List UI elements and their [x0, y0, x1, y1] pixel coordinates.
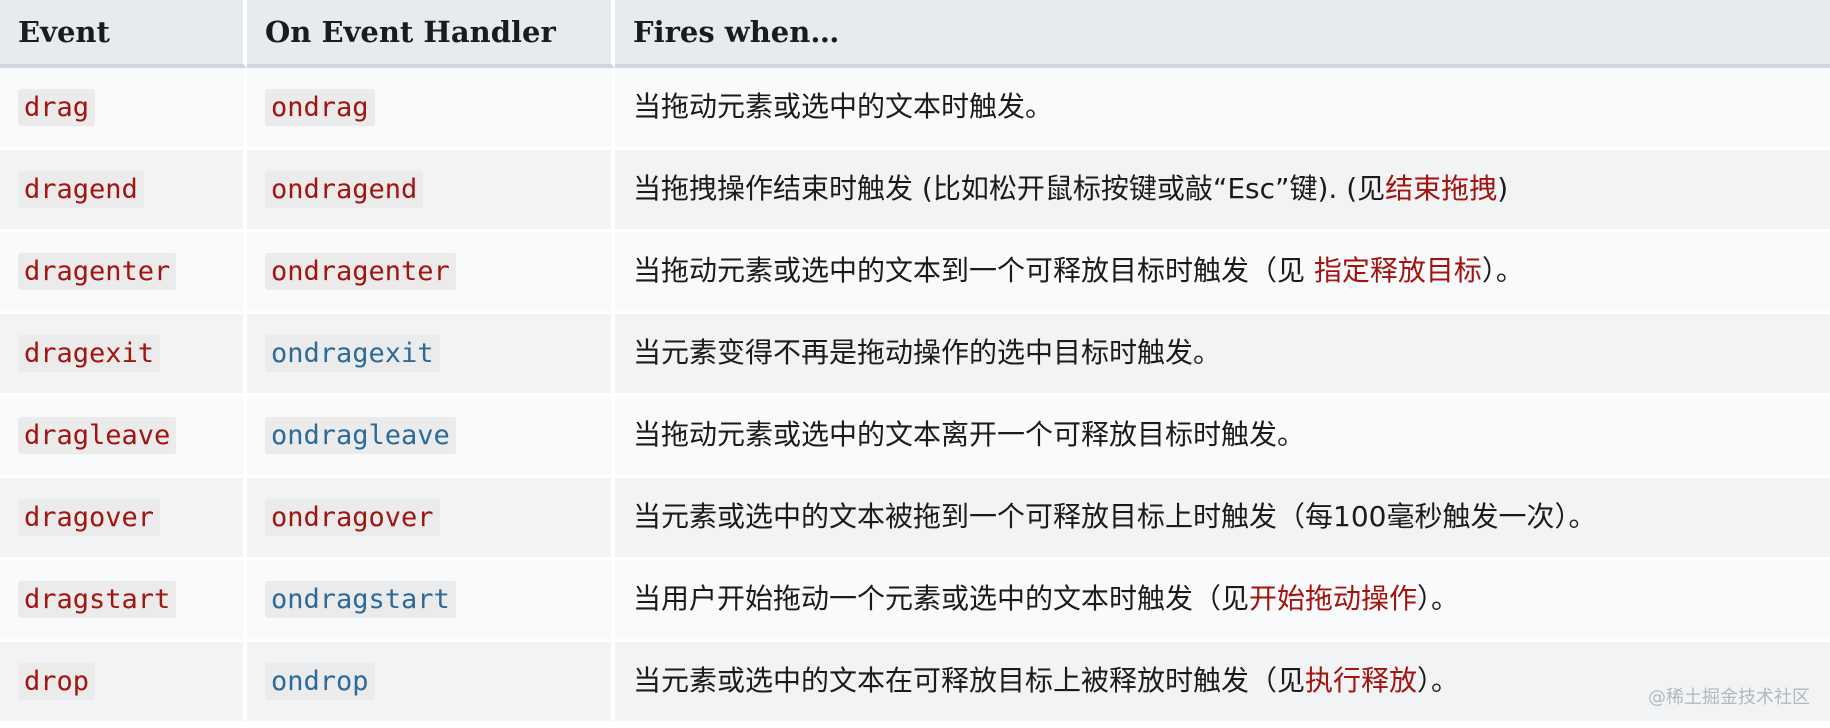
- event-cell: dragexit: [0, 314, 247, 396]
- event-cell: dragover: [0, 478, 247, 560]
- header-row: Event On Event Handler Fires when…: [0, 0, 1830, 68]
- header-fires-when: Fires when…: [615, 0, 1830, 68]
- desc-text-before: 当元素或选中的文本在可释放目标上被释放时触发（见: [633, 664, 1306, 698]
- event-name-link[interactable]: drop: [18, 662, 96, 701]
- handler-name-link[interactable]: ondragleave: [265, 416, 456, 455]
- description-cell: 当拖拽操作结束时触发 (比如松开鼠标按键或敲“Esc”键). (见结束拖拽): [615, 150, 1830, 232]
- table-row: drop ondrop 当元素或选中的文本在可释放目标上被释放时触发（见执行释放…: [0, 642, 1830, 724]
- header-handler: On Event Handler: [247, 0, 615, 68]
- description-cell: 当拖动元素或选中的文本到一个可释放目标时触发（见 指定释放目标）。: [615, 232, 1830, 314]
- description-cell: 当元素或选中的文本被拖到一个可释放目标上时触发（每100毫秒触发一次）。: [615, 478, 1830, 560]
- desc-text-before: 当元素或选中的文本被拖到一个可释放目标上时触发（每100毫秒触发一次）。: [633, 500, 1597, 534]
- handler-cell: ondragleave: [247, 396, 615, 478]
- desc-text-before: 当元素变得不再是拖动操作的选中目标时触发。: [633, 336, 1222, 370]
- site-watermark: @稀土掘金技术社区: [1648, 687, 1810, 708]
- table-row: dragleave ondragleave 当拖动元素或选中的文本离开一个可释放…: [0, 396, 1830, 478]
- event-cell: drag: [0, 68, 247, 150]
- table-row: dragexit ondragexit 当元素变得不再是拖动操作的选中目标时触发…: [0, 314, 1830, 396]
- handler-name-link[interactable]: ondragover: [265, 498, 440, 537]
- event-cell: drop: [0, 642, 247, 724]
- event-cell: dragend: [0, 150, 247, 232]
- table-row: dragenter ondragenter 当拖动元素或选中的文本到一个可释放目…: [0, 232, 1830, 314]
- handler-cell: ondragend: [247, 150, 615, 232]
- event-name-link[interactable]: dragenter: [18, 252, 177, 291]
- table-header: Event On Event Handler Fires when…: [0, 0, 1830, 68]
- handler-name-link[interactable]: ondragexit: [265, 334, 440, 373]
- handler-cell: ondragstart: [247, 560, 615, 642]
- event-name-link[interactable]: dragstart: [18, 580, 177, 619]
- desc-link[interactable]: 开始拖动操作: [1249, 582, 1417, 615]
- event-name-link[interactable]: dragend: [18, 170, 144, 209]
- desc-text-before: 当拖拽操作结束时触发 (比如松开鼠标按键或敲“Esc”键). (见: [633, 172, 1386, 206]
- desc-link[interactable]: 指定释放目标: [1314, 254, 1482, 287]
- events-table-container: Event On Event Handler Fires when… drag …: [0, 0, 1830, 724]
- event-cell: dragleave: [0, 396, 247, 478]
- desc-text-after: ）。: [1417, 664, 1460, 698]
- drag-events-table: Event On Event Handler Fires when… drag …: [0, 0, 1830, 724]
- table-body: drag ondrag 当拖动元素或选中的文本时触发。 dragend ondr…: [0, 68, 1830, 724]
- table-row: dragover ondragover 当元素或选中的文本被拖到一个可释放目标上…: [0, 478, 1830, 560]
- desc-text-after: ): [1497, 172, 1509, 206]
- handler-cell: ondragexit: [247, 314, 615, 396]
- table-row: dragstart ondragstart 当用户开始拖动一个元素或选中的文本时…: [0, 560, 1830, 642]
- desc-text-before: 当拖动元素或选中的文本时触发。: [633, 90, 1054, 124]
- handler-cell: ondragenter: [247, 232, 615, 314]
- event-name-link[interactable]: dragover: [18, 498, 161, 537]
- handler-name-link[interactable]: ondrag: [265, 88, 375, 127]
- handler-name-link[interactable]: ondragenter: [265, 252, 456, 291]
- desc-text-before: 当拖动元素或选中的文本离开一个可释放目标时触发。: [633, 418, 1306, 452]
- description-cell: 当用户开始拖动一个元素或选中的文本时触发（见开始拖动操作）。: [615, 560, 1830, 642]
- desc-text-after: ）。: [1417, 582, 1460, 616]
- table-row: dragend ondragend 当拖拽操作结束时触发 (比如松开鼠标按键或敲…: [0, 150, 1830, 232]
- event-cell: dragstart: [0, 560, 247, 642]
- desc-text-before: 当拖动元素或选中的文本到一个可释放目标时触发（见: [633, 254, 1314, 288]
- handler-name-link[interactable]: ondrop: [265, 662, 375, 701]
- handler-name-link[interactable]: ondragend: [265, 170, 424, 209]
- event-name-link[interactable]: dragexit: [18, 334, 161, 373]
- description-cell: 当拖动元素或选中的文本时触发。: [615, 68, 1830, 150]
- handler-cell: ondrop: [247, 642, 615, 724]
- header-event: Event: [0, 0, 247, 68]
- table-row: drag ondrag 当拖动元素或选中的文本时触发。: [0, 68, 1830, 150]
- description-cell: 当元素变得不再是拖动操作的选中目标时触发。: [615, 314, 1830, 396]
- event-cell: dragenter: [0, 232, 247, 314]
- desc-link[interactable]: 结束拖拽: [1385, 172, 1497, 205]
- handler-cell: ondragover: [247, 478, 615, 560]
- desc-text-before: 当用户开始拖动一个元素或选中的文本时触发（见: [633, 582, 1250, 616]
- desc-link[interactable]: 执行释放: [1305, 664, 1417, 697]
- description-cell: 当拖动元素或选中的文本离开一个可释放目标时触发。: [615, 396, 1830, 478]
- event-name-link[interactable]: drag: [18, 88, 96, 127]
- handler-cell: ondrag: [247, 68, 615, 150]
- handler-name-link[interactable]: ondragstart: [265, 580, 456, 619]
- event-name-link[interactable]: dragleave: [18, 416, 177, 455]
- desc-text-after: ）。: [1481, 254, 1524, 288]
